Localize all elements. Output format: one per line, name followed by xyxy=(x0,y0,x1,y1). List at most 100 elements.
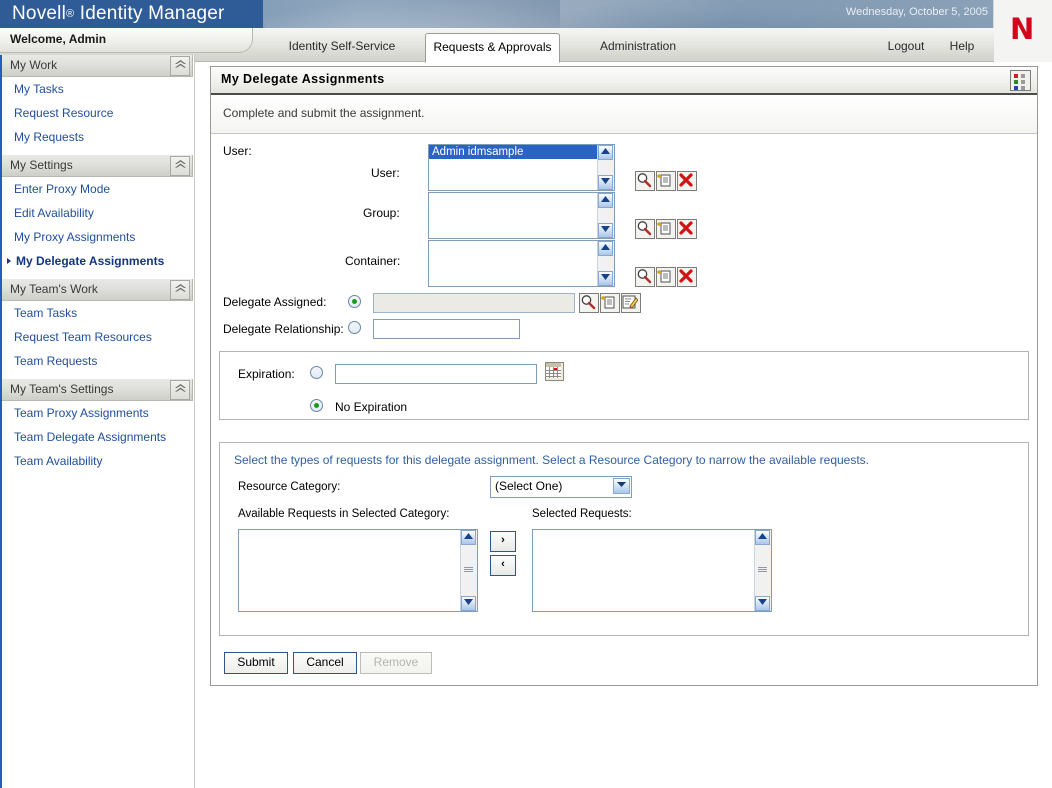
sidebar-item-team-tasks[interactable]: Team Tasks xyxy=(2,301,194,325)
sidebar-item-my-delegate-assignments[interactable]: My Delegate Assignments xyxy=(2,249,194,273)
scroll-down-icon[interactable] xyxy=(598,175,613,190)
delegate-assigned-edit-icon[interactable] xyxy=(621,293,641,313)
tab-identity-self-service[interactable]: Identity Self-Service xyxy=(262,33,422,61)
group-listbox[interactable] xyxy=(428,192,615,239)
scrollbar-grip xyxy=(758,567,767,573)
user-add-entry-icon[interactable] xyxy=(656,171,676,191)
sidebar-item-my-proxy-assignments[interactable]: My Proxy Assignments xyxy=(2,225,194,249)
grid-view-icon[interactable] xyxy=(1010,70,1031,91)
tab-requests-approvals[interactable]: Requests & Approvals xyxy=(425,33,560,63)
chevron-down-icon[interactable] xyxy=(613,478,630,494)
scroll-up-icon[interactable] xyxy=(598,241,613,256)
sidebar-item-label: Team Proxy Assignments xyxy=(14,406,149,420)
sidebar-item-label: Edit Availability xyxy=(14,206,94,220)
user-listbox-scrollbar[interactable] xyxy=(597,145,614,190)
help-link[interactable]: Help xyxy=(940,33,984,61)
user-search-icon[interactable] xyxy=(635,171,655,191)
sidebar-item-label: My Tasks xyxy=(14,82,64,96)
container-row-label: Container: xyxy=(345,254,400,268)
collapse-icon[interactable] xyxy=(170,56,190,76)
sidebar-group-title: My Work xyxy=(10,58,57,72)
sidebar-item-label: Team Requests xyxy=(14,354,97,368)
group-listbox-scrollbar[interactable] xyxy=(597,193,614,238)
calendar-icon[interactable] xyxy=(545,362,564,381)
scroll-up-icon[interactable] xyxy=(598,193,613,208)
sidebar-item-label: Enter Proxy Mode xyxy=(14,182,110,196)
sidebar-item-team-availability[interactable]: Team Availability xyxy=(2,449,194,473)
scroll-down-icon[interactable] xyxy=(598,223,613,238)
sidebar-item-request-resource[interactable]: Request Resource xyxy=(2,101,194,125)
available-requests-listbox-scrollbar[interactable] xyxy=(460,530,477,611)
sidebar-item-label: My Requests xyxy=(14,130,84,144)
resource-category-select[interactable]: (Select One) xyxy=(490,476,632,498)
container-listbox-scrollbar[interactable] xyxy=(597,241,614,286)
scrollbar-grip xyxy=(464,567,473,573)
requests-section: Select the types of requests for this de… xyxy=(219,442,1029,636)
submit-button[interactable]: Submit xyxy=(224,652,288,674)
sidebar-item-enter-proxy-mode[interactable]: Enter Proxy Mode xyxy=(2,177,194,201)
sidebar-item-team-proxy-assignments[interactable]: Team Proxy Assignments xyxy=(2,401,194,425)
scroll-up-icon[interactable] xyxy=(755,530,770,545)
collapse-icon[interactable] xyxy=(170,380,190,400)
remove-button: Remove xyxy=(360,652,432,674)
tab-administration[interactable]: Administration xyxy=(562,33,714,61)
current-date: Wednesday, October 5, 2005 xyxy=(846,6,988,18)
welcome-text: Welcome, Admin xyxy=(10,32,106,46)
sidebar-item-team-delegate-assignments[interactable]: Team Delegate Assignments xyxy=(2,425,194,449)
scroll-up-icon[interactable] xyxy=(598,145,613,160)
instruction-text: Complete and submit the assignment. xyxy=(223,106,424,120)
resource-category-label: Resource Category: xyxy=(238,481,340,493)
cancel-button[interactable]: Cancel xyxy=(293,652,357,674)
container-delete-icon[interactable] xyxy=(677,267,697,287)
group-search-icon[interactable] xyxy=(635,219,655,239)
selected-requests-listbox-scrollbar[interactable] xyxy=(754,530,771,611)
available-requests-listbox[interactable] xyxy=(238,529,478,612)
group-delete-icon[interactable] xyxy=(677,219,697,239)
container-search-icon[interactable] xyxy=(635,267,655,287)
selected-requests-listbox[interactable] xyxy=(532,529,772,612)
sidebar-item-request-team-resources[interactable]: Request Team Resources xyxy=(2,325,194,349)
novell-logo: N xyxy=(993,0,1052,62)
sidebar-item-label: Request Team Resources xyxy=(14,330,152,344)
app-title: Novell® Identity Manager xyxy=(12,3,225,25)
expiration-date-input[interactable] xyxy=(335,364,537,384)
scroll-down-icon[interactable] xyxy=(755,596,770,611)
delegate-assigned-search-icon[interactable] xyxy=(579,293,599,313)
delegate-relationship-radio[interactable] xyxy=(348,321,361,334)
sidebar-group-header: My Team's Settings xyxy=(2,379,193,401)
user-listbox[interactable]: Admin idmsample xyxy=(428,144,615,191)
container-listbox[interactable] xyxy=(428,240,615,287)
scroll-up-icon[interactable] xyxy=(461,530,476,545)
panel-header: My Delegate Assignments xyxy=(211,67,1037,95)
sidebar-item-my-requests[interactable]: My Requests xyxy=(2,125,194,149)
logout-link[interactable]: Logout xyxy=(880,33,932,61)
delegate-relationship-input[interactable] xyxy=(373,319,520,339)
sidebar-group-header: My Work xyxy=(2,55,193,77)
registered-mark: ® xyxy=(66,8,74,20)
sidebar-item-my-tasks[interactable]: My Tasks xyxy=(2,77,194,101)
collapse-icon[interactable] xyxy=(170,156,190,176)
welcome-banner: Welcome, Admin xyxy=(0,28,253,53)
scroll-down-icon[interactable] xyxy=(461,596,476,611)
selected-requests-label: Selected Requests: xyxy=(532,508,632,520)
delegate-assigned-input[interactable] xyxy=(373,293,575,313)
container-add-entry-icon[interactable] xyxy=(656,267,676,287)
sidebar-item-team-requests[interactable]: Team Requests xyxy=(2,349,194,373)
delegate-assigned-add-entry-icon[interactable] xyxy=(600,293,620,313)
collapse-icon[interactable] xyxy=(170,280,190,300)
move-left-button[interactable]: ‹ xyxy=(490,555,516,576)
user-section-label: User: xyxy=(223,144,252,158)
group-add-entry-icon[interactable] xyxy=(656,219,676,239)
list-item[interactable]: Admin idmsample xyxy=(429,145,597,159)
no-expiration-label: No Expiration xyxy=(335,400,407,414)
expiration-date-radio[interactable] xyxy=(310,366,323,379)
sidebar-item-label: My Delegate Assignments xyxy=(16,254,164,268)
move-right-button[interactable]: › xyxy=(490,531,516,552)
user-delete-icon[interactable] xyxy=(677,171,697,191)
sidebar-group-header: My Settings xyxy=(2,155,193,177)
sidebar-item-edit-availability[interactable]: Edit Availability xyxy=(2,201,194,225)
no-expiration-radio[interactable] xyxy=(310,399,323,412)
scroll-down-icon[interactable] xyxy=(598,271,613,286)
delegate-assigned-radio[interactable] xyxy=(348,295,361,308)
sidebar: My Work My Tasks Request Resource My Reques… xyxy=(0,55,195,788)
